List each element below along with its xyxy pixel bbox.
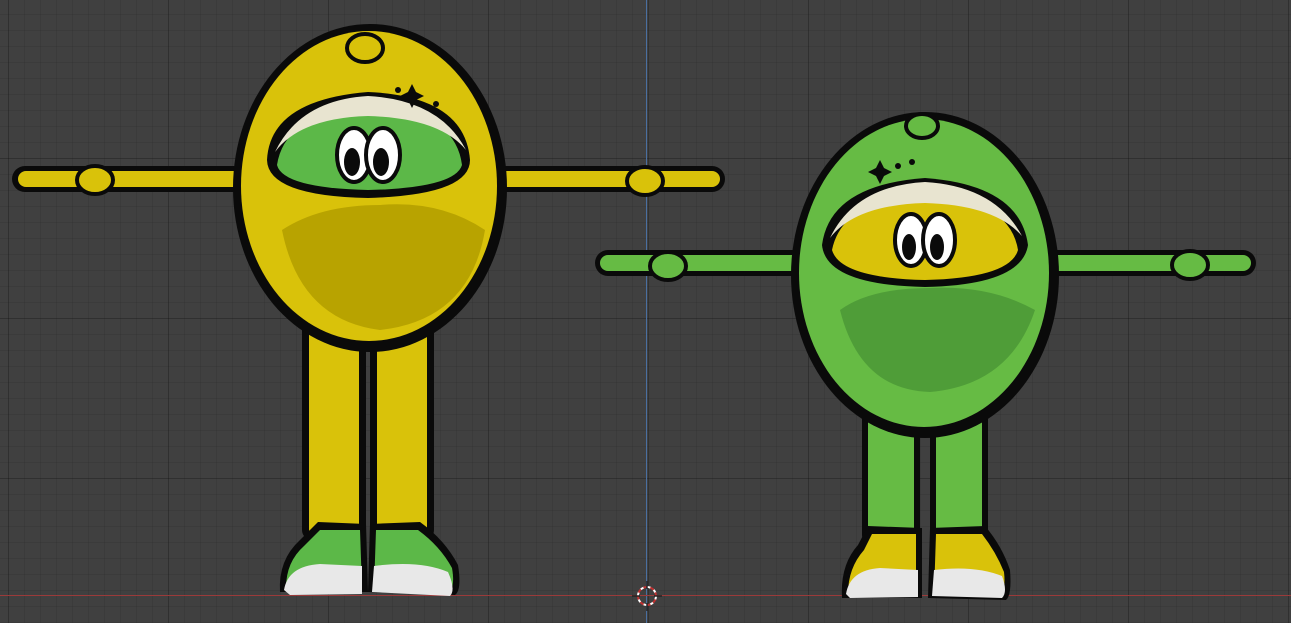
- lemon-dot: [395, 87, 401, 93]
- lime-left-pupil: [902, 234, 916, 260]
- lemon-right-hand[interactable]: [625, 165, 665, 197]
- lemon-right-pupil: [373, 148, 389, 176]
- lime-tip: [904, 112, 940, 140]
- lime-right-hand[interactable]: [1170, 249, 1210, 281]
- lemon-character[interactable]: [12, 24, 725, 596]
- lime-right-pupil: [930, 234, 944, 260]
- 3d-viewport[interactable]: [0, 0, 1291, 623]
- lemon-right-leg[interactable]: [377, 320, 427, 535]
- 3d-cursor-icon[interactable]: [632, 581, 662, 611]
- lemon-left-leg[interactable]: [309, 320, 359, 535]
- lemon-left-pupil: [344, 148, 360, 176]
- lime-dot: [909, 159, 915, 165]
- lime-dot: [895, 163, 901, 169]
- lime-left-hand[interactable]: [648, 250, 688, 282]
- lemon-dot: [433, 101, 439, 107]
- lemon-tip: [345, 32, 385, 64]
- lemon-right-arm[interactable]: [472, 171, 720, 187]
- scene-canvas[interactable]: [0, 0, 1291, 623]
- lemon-left-hand[interactable]: [75, 164, 115, 196]
- lime-left-arm[interactable]: [600, 255, 822, 271]
